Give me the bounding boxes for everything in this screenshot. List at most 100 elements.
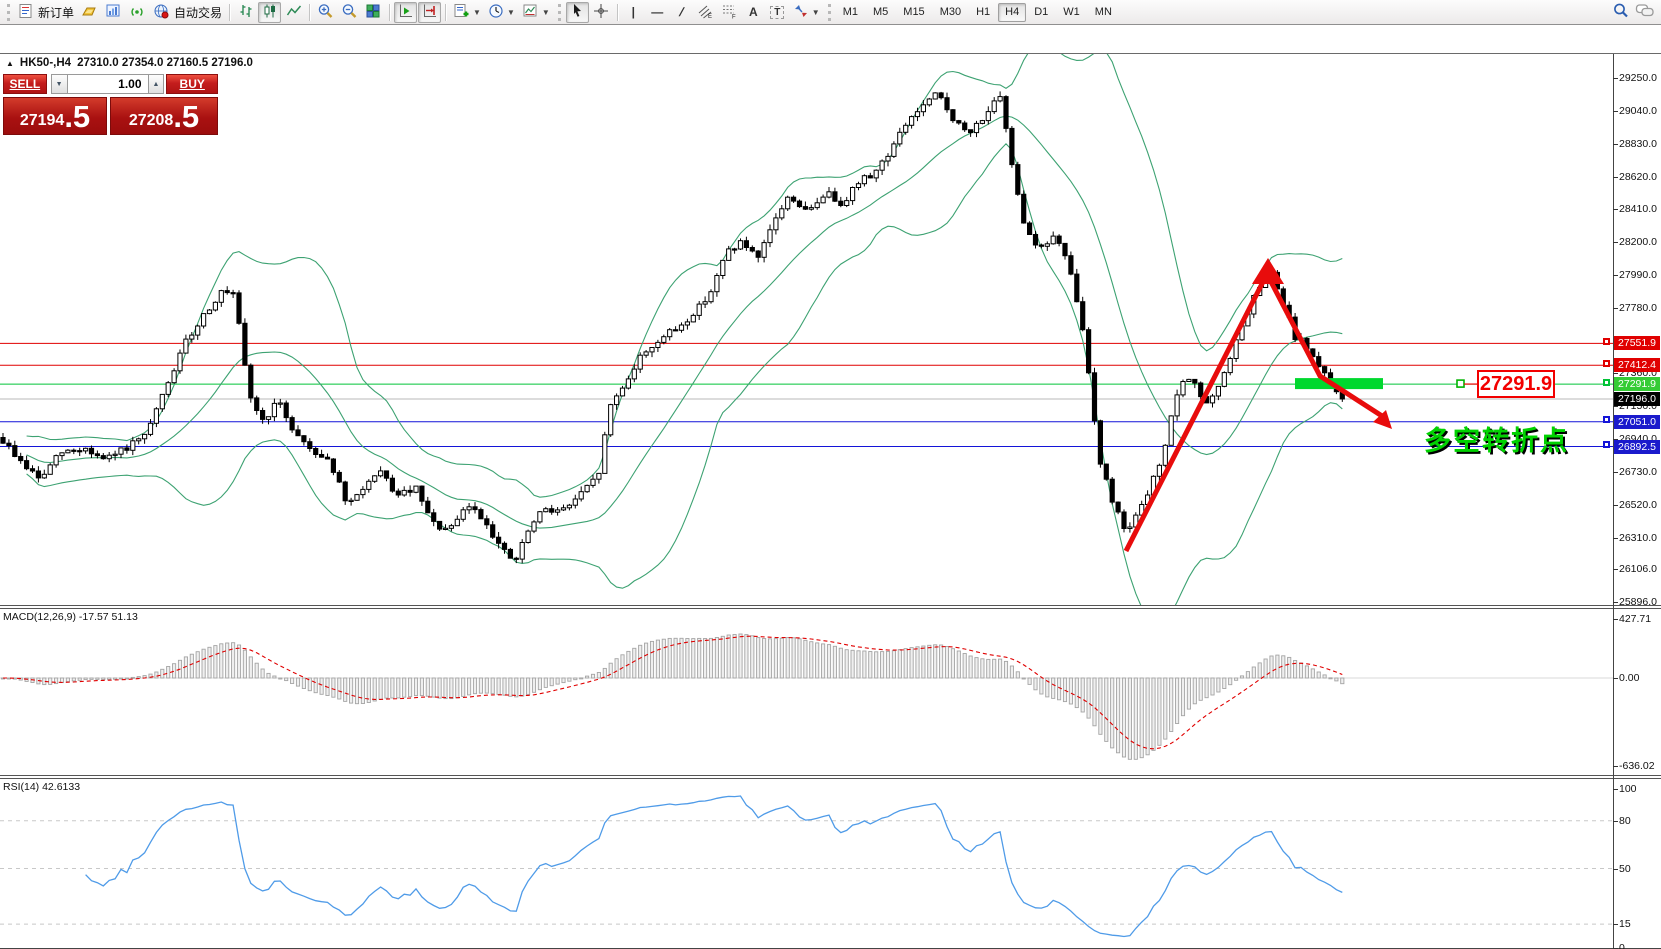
toolbar-separator <box>617 4 618 21</box>
rsi-label: RSI(14) 42.6133 <box>3 781 80 793</box>
gold-ingot-icon <box>81 3 98 22</box>
trendline-tool[interactable]: / <box>670 2 693 23</box>
rsi-panel[interactable] <box>0 779 1613 948</box>
sell-button[interactable]: SELL <box>3 74 47 94</box>
timeframe-m15[interactable]: M15 <box>896 3 931 22</box>
toolbar-grip[interactable] <box>828 4 831 21</box>
signal-icon <box>129 3 146 22</box>
auto-trading-icon <box>153 3 170 22</box>
timeframe-mn[interactable]: MN <box>1088 3 1119 22</box>
chart-window: ▲ HK50-,H4 27310.0 27354.0 27160.5 27196… <box>0 26 1661 949</box>
search-icon <box>1612 2 1629 22</box>
tile-windows-button[interactable] <box>362 2 385 23</box>
timeframe-w1[interactable]: W1 <box>1056 3 1087 22</box>
price-annotation-box[interactable]: 27291.9 <box>1477 370 1555 398</box>
buy-price-main: 27208 <box>129 110 174 132</box>
price-tag: 27551.9 <box>1614 336 1660 350</box>
chevron-down-icon: ▼ <box>473 8 481 17</box>
chevron-down-icon: ▼ <box>812 8 820 17</box>
zoom-in-button[interactable] <box>314 2 337 23</box>
level-connector-square[interactable] <box>1603 360 1610 367</box>
zoom-out-icon <box>341 3 358 22</box>
timeframe-m1[interactable]: M1 <box>836 3 865 22</box>
price-tag: 27291.9 <box>1614 377 1660 391</box>
templates-button[interactable]: ▼ <box>519 2 553 23</box>
timeframe-d1[interactable]: D1 <box>1027 3 1055 22</box>
timeframe-h1[interactable]: H1 <box>969 3 997 22</box>
auto-trading-button[interactable]: 自动交易 <box>150 2 225 23</box>
zoom-out-button[interactable] <box>338 2 361 23</box>
signals-button[interactable] <box>126 2 149 23</box>
level-connector-square[interactable] <box>1603 416 1610 423</box>
level-connector-square[interactable] <box>1603 338 1610 345</box>
volume-increase-button[interactable]: ▲ <box>148 74 165 94</box>
toolbar-grip[interactable] <box>558 4 561 21</box>
rsi-tick-label: 0 <box>1619 942 1625 949</box>
timeframe-m5[interactable]: M5 <box>866 3 895 22</box>
price-tick-label: 27780.0 <box>1619 302 1657 314</box>
chevron-down-icon: ▼ <box>542 8 550 17</box>
tile-windows-icon <box>365 3 382 22</box>
level-connector-square[interactable] <box>1603 441 1610 448</box>
text-label-tool[interactable]: T <box>766 2 789 23</box>
auto-scroll-button[interactable] <box>394 2 417 23</box>
chat-icon <box>1635 2 1655 22</box>
cursor-icon <box>570 3 584 22</box>
vertical-line-tool[interactable]: | <box>622 2 645 23</box>
sell-price[interactable]: 27194 .5 <box>3 97 107 135</box>
equidistant-channel-icon: E <box>697 3 714 22</box>
market-watch-button[interactable] <box>78 2 101 23</box>
main-chart[interactable] <box>0 54 1613 605</box>
rsi-tick-label: 50 <box>1619 863 1631 875</box>
chat-button[interactable] <box>1632 2 1658 23</box>
fibonacci-tool[interactable]: F <box>718 2 741 23</box>
level-connector-square[interactable] <box>1603 379 1610 386</box>
search-button[interactable] <box>1609 2 1632 23</box>
price-tick-label: 28620.0 <box>1619 171 1657 183</box>
price-tag: 27196.0 <box>1614 392 1660 406</box>
buy-price[interactable]: 27208 .5 <box>110 97 218 135</box>
price-tick-label: 28200.0 <box>1619 236 1657 248</box>
channel-tool[interactable]: E <box>694 2 717 23</box>
turning-point-annotation[interactable]: 多空转折点 <box>1424 419 1569 458</box>
cursor-button[interactable] <box>566 2 589 23</box>
text-tool-icon: A <box>749 5 758 19</box>
timeframe-m30[interactable]: M30 <box>933 3 968 22</box>
fibonacci-icon: F <box>721 3 738 22</box>
candlestick-chart-button[interactable] <box>258 2 281 23</box>
publish-chart-button[interactable] <box>102 2 125 23</box>
bar-chart-button[interactable] <box>234 2 257 23</box>
new-order-label: 新订单 <box>38 4 74 21</box>
zoom-in-icon <box>317 3 334 22</box>
toolbar-grip[interactable] <box>7 4 10 21</box>
crosshair-button[interactable] <box>590 2 613 23</box>
price-tag: 27051.0 <box>1614 415 1660 429</box>
text-tool[interactable]: A <box>742 2 765 23</box>
svg-text:E: E <box>708 14 712 19</box>
price-tick-label: 25896.0 <box>1619 596 1657 608</box>
one-click-trade-panel: SELL ▼ ▲ BUY 27194 .5 27208 .5 <box>3 74 218 135</box>
template-icon <box>522 3 539 22</box>
line-chart-icon <box>286 3 302 22</box>
arrows-tool[interactable]: ▼ <box>790 2 823 23</box>
macd-panel[interactable] <box>0 609 1613 775</box>
buy-button[interactable]: BUY <box>166 74 218 94</box>
price-tick-label: 26730.0 <box>1619 466 1657 478</box>
new-order-button[interactable]: 新订单 <box>15 2 77 23</box>
window-collapse-icon[interactable]: ▲ <box>6 59 14 68</box>
macd-tick-label: 427.71 <box>1619 613 1651 625</box>
timeframe-h4[interactable]: H4 <box>998 3 1026 22</box>
timeframe-group: M1M5M15M30H1H4D1W1MN <box>836 3 1119 22</box>
chart-shift-button[interactable] <box>418 2 441 23</box>
volume-input[interactable] <box>68 74 148 94</box>
chart-upload-icon <box>105 3 122 22</box>
horizontal-line-tool[interactable]: — <box>646 2 669 23</box>
line-chart-button[interactable] <box>282 2 305 23</box>
toolbar-separator <box>445 4 446 21</box>
periods-button[interactable]: ▼ <box>485 2 518 23</box>
price-tag: 26892.5 <box>1614 440 1660 454</box>
volume-decrease-button[interactable]: ▼ <box>51 74 68 94</box>
indicators-button[interactable]: ▼ <box>450 2 484 23</box>
label-tool-icon: T <box>770 6 784 19</box>
sell-price-main: 27194 <box>20 110 65 132</box>
